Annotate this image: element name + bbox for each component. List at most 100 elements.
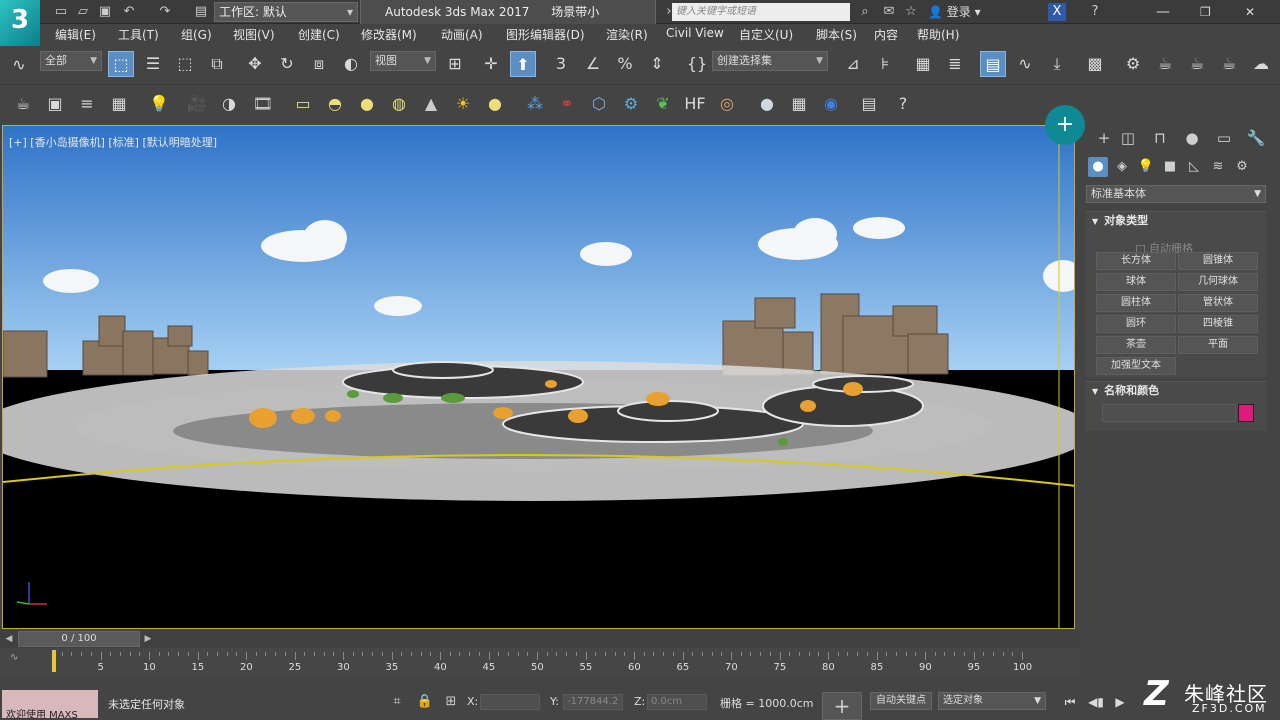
grass-icon[interactable]: ❦ (650, 91, 676, 117)
render-iterative-icon[interactable]: ☕ (1216, 51, 1242, 77)
object-color-swatch[interactable] (1238, 404, 1254, 422)
place-icon[interactable]: ◐ (338, 51, 364, 77)
create-tab[interactable]: + (1045, 105, 1085, 145)
select-object-icon[interactable]: ⬚ (108, 51, 134, 77)
light-bulb-icon[interactable]: 💡 (146, 91, 172, 117)
pivot-center-icon[interactable]: ⊞ (442, 51, 468, 77)
menu-help[interactable]: 帮助(H) (917, 26, 959, 43)
material-editor-icon[interactable]: ▩ (1082, 51, 1108, 77)
lights-icon[interactable]: 💡 (1136, 157, 1156, 177)
align-icon[interactable]: ⊧ (872, 51, 898, 77)
render-setup-icon[interactable]: ⚙ (1120, 51, 1146, 77)
set-key-button[interactable]: + (822, 692, 862, 720)
cone-icon[interactable]: ▲ (418, 91, 444, 117)
time-slider-thumb[interactable]: 0 / 100 (18, 631, 140, 647)
z-coordinate-input[interactable]: 0.0cm (647, 694, 707, 710)
helpers-icon[interactable]: ◺ (1184, 157, 1204, 177)
plane-icon[interactable]: ▭ (290, 91, 316, 117)
sphere-half-icon[interactable]: ◑ (216, 91, 242, 117)
binoculars-icon[interactable]: ⌕ (856, 3, 874, 21)
camera-viewport[interactable]: [+] [香小岛摄像机] [标准] [默认明暗处理] (2, 125, 1075, 629)
menu-create[interactable]: 创建(C) (298, 26, 340, 43)
communication-icon[interactable]: ✉ (880, 3, 898, 21)
menu-group[interactable]: 组(G) (181, 26, 212, 43)
dome-icon[interactable]: ◓ (322, 91, 348, 117)
material-sphere-icon[interactable]: ● (754, 91, 780, 117)
tube-button[interactable]: 管状体 (1178, 294, 1258, 312)
menu-animation[interactable]: 动画(A) (441, 26, 483, 43)
geosphere-icon[interactable]: ◍ (386, 91, 412, 117)
cameras-icon[interactable]: ■ (1160, 157, 1180, 177)
scene-explorer-icon[interactable]: ▦ (910, 51, 936, 77)
auto-key-button[interactable]: 自动关键点 (870, 692, 932, 710)
named-selection-dropdown[interactable]: 创建选择集 ▼ (712, 51, 828, 71)
space-warps-icon[interactable]: ≋ (1208, 157, 1228, 177)
torus-button[interactable]: 圆环 (1096, 315, 1176, 333)
teapot-icon[interactable]: ☕ (10, 91, 36, 117)
angle-snap-icon[interactable]: ∠ (580, 51, 606, 77)
frame-scale[interactable]: 5 10 15 20 25 30 35 40 45 50 55 60 65 70 75 80 85 90 95 100 (52, 652, 1036, 676)
geometry-icon[interactable]: ● (1088, 157, 1108, 177)
lock-selection-icon[interactable]: 🔒 (416, 693, 434, 711)
object-type-header[interactable]: ▼ 对象类型 (1086, 212, 1266, 230)
y-coordinate-input[interactable]: -177844.2 (563, 694, 623, 710)
particles-icon[interactable]: ⁂ (522, 91, 548, 117)
molecule-icon[interactable]: ⚭ (554, 91, 580, 117)
render-frame-icon[interactable]: ▣ (42, 91, 68, 117)
exchange-icon[interactable]: X (1048, 3, 1066, 21)
list-icon[interactable]: ≡ (74, 91, 100, 117)
geosphere-button[interactable]: 几何球体 (1178, 273, 1258, 291)
menu-civil-view[interactable]: Civil View (666, 26, 724, 40)
utilities-tab-icon[interactable]: 🔧 (1244, 127, 1268, 149)
modify-tab-icon[interactable]: ◫ (1116, 127, 1140, 149)
sphere-icon[interactable]: ● (354, 91, 380, 117)
sky-dome-icon[interactable]: ● (482, 91, 508, 117)
time-slider[interactable]: ◀ 0 / 100 ▶ (0, 630, 1080, 648)
display-tab-icon[interactable]: ▭ (1212, 127, 1236, 149)
primitive-category-dropdown[interactable]: 标准基本体 ▼ (1086, 185, 1266, 203)
minimize-icon[interactable]: — (1156, 3, 1170, 21)
motion-tab-icon[interactable]: ● (1180, 127, 1204, 149)
help-button[interactable]: ? (1086, 3, 1104, 21)
menu-views[interactable]: 视图(V) (233, 26, 275, 43)
layer-explorer-icon[interactable]: ≣ (942, 51, 968, 77)
absolute-mode-icon[interactable]: ⊞ (442, 693, 460, 711)
object-name-input[interactable] (1102, 404, 1236, 422)
selection-filter-dropdown[interactable]: 全部 ▼ (40, 51, 102, 71)
maximize-icon[interactable]: ❐ (1200, 3, 1211, 21)
menu-edit[interactable]: 编辑(E) (55, 26, 96, 43)
go-to-start-icon[interactable]: ⏮ (1060, 692, 1080, 712)
create-tab-plus-icon[interactable]: + (1092, 127, 1116, 149)
redo-icon[interactable]: ↷ (156, 3, 174, 21)
material-slot-icon[interactable]: ◉ (818, 91, 844, 117)
cylinder-button[interactable]: 圆柱体 (1096, 294, 1176, 312)
percent-snap-icon[interactable]: % (612, 51, 638, 77)
mirror-icon[interactable]: ⊿ (840, 51, 866, 77)
help-circle-icon[interactable]: ? (890, 91, 916, 117)
render-cloud-icon[interactable]: ☁ (1248, 51, 1274, 77)
x-coordinate-input[interactable] (480, 694, 540, 710)
next-frame-icon[interactable]: ▶ (141, 631, 155, 647)
project-folder-icon[interactable]: ▤ (192, 3, 210, 21)
move-icon[interactable]: ✥ (242, 51, 268, 77)
curve-editor-toggle-icon[interactable]: ∿ (10, 652, 18, 663)
search-input[interactable]: 键入关键字或短语 (672, 3, 850, 21)
systems-icon[interactable]: ⚙ (1232, 157, 1252, 177)
login-button[interactable]: 👤 登录 ▾ (928, 3, 981, 21)
gear-icon[interactable]: ⚙ (618, 91, 644, 117)
ribbon-toggle-icon[interactable]: ▤ (980, 51, 1006, 77)
menu-scripting[interactable]: 脚本(S) (816, 26, 857, 43)
menu-modifiers[interactable]: 修改器(M) (361, 26, 417, 43)
select-by-name-icon[interactable]: ☰ (140, 51, 166, 77)
scale-icon[interactable]: ⧈ (306, 51, 332, 77)
schematic-view-icon[interactable]: ⤓ (1044, 51, 1070, 77)
isolate-selection-icon[interactable]: ⌗ (388, 693, 406, 711)
save-file-icon[interactable]: ▣ (96, 3, 114, 21)
menu-customize[interactable]: 自定义(U) (739, 26, 793, 43)
workspace-dropdown[interactable]: 工作区: 默认 ▾ (214, 2, 358, 22)
textplus-button[interactable]: 加强型文本 (1096, 357, 1176, 375)
menu-tools[interactable]: 工具(T) (118, 26, 159, 43)
cone-button[interactable]: 圆锥体 (1178, 252, 1258, 270)
star-icon[interactable]: ☆ (902, 3, 920, 21)
menu-graph-editors[interactable]: 图形编辑器(D) (506, 26, 585, 43)
